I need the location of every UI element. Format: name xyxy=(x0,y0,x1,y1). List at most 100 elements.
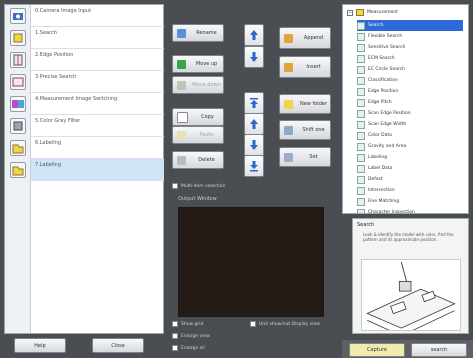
tree-item[interactable]: Edge Pitch xyxy=(357,97,463,108)
tree-item[interactable]: Label Data xyxy=(357,163,463,174)
flow-item[interactable]: 2.Edge Position xyxy=(31,49,164,71)
tree-item[interactable]: Labeling xyxy=(357,152,463,163)
paste-icon xyxy=(177,130,186,140)
set-button[interactable]: Set xyxy=(279,147,331,167)
tree-item[interactable]: Flexible Search xyxy=(357,31,463,42)
checkbox-box[interactable] xyxy=(250,321,256,327)
help-button[interactable]: Help xyxy=(14,338,66,353)
tree-item[interactable]: ECM Search xyxy=(357,53,463,64)
flow-item[interactable]: 4.Measurement Image Switching xyxy=(31,93,164,115)
filter-icon[interactable] xyxy=(10,118,26,134)
append-icon xyxy=(284,33,293,43)
flow-item-label: 3.Precise Search xyxy=(35,74,77,80)
tree-item[interactable]: Color Data xyxy=(357,130,463,141)
tree-item[interactable]: Edge Position xyxy=(357,86,463,97)
checkbox-box[interactable] xyxy=(172,345,178,351)
label-icon[interactable] xyxy=(10,162,26,178)
label-icon[interactable] xyxy=(10,140,26,156)
multi-select-checkbox[interactable]: Multi-item selection xyxy=(172,183,225,189)
tree-item[interactable]: Intersection xyxy=(357,185,463,196)
insert-above-button[interactable] xyxy=(244,24,264,46)
description-panel: Search Look & identify the model with co… xyxy=(352,218,469,337)
processing-item-icon xyxy=(357,120,365,129)
tree-item[interactable]: Character Inspection xyxy=(357,207,463,213)
description-title: Search xyxy=(357,222,375,228)
move-up-arrow-button[interactable] xyxy=(244,113,264,135)
move-down-icon xyxy=(177,80,186,90)
move-down-button[interactable]: Move down xyxy=(172,76,224,94)
checkbox-box[interactable] xyxy=(172,321,178,327)
move-up-button[interactable]: Move up xyxy=(172,55,224,73)
move-bottom-button[interactable] xyxy=(244,155,264,177)
checkbox-box[interactable] xyxy=(172,333,178,339)
arrow-bottom-icon xyxy=(250,161,258,172)
tree-item[interactable]: Search xyxy=(357,20,463,31)
tree-item-label: Scan Edge Position xyxy=(368,111,411,116)
flow-item-label: 4.Measurement Image Switching xyxy=(35,96,118,102)
tree-item-label: Scan Edge Width xyxy=(368,122,407,127)
arrow-down-icon xyxy=(250,140,258,150)
processing-item-icon xyxy=(357,164,365,173)
tree-item[interactable]: Scan Edge Width xyxy=(357,119,463,130)
enlarge-view-checkbox[interactable]: Enlarge view xyxy=(172,333,210,339)
checkbox-box[interactable] xyxy=(172,183,178,189)
new-folder-button[interactable]: New folder xyxy=(279,94,331,114)
close-button[interactable]: Close xyxy=(92,338,144,353)
show-grid-checkbox[interactable]: Show grid xyxy=(172,321,203,327)
paste-button[interactable]: Paste xyxy=(172,126,224,144)
flow-item[interactable]: 1.Search xyxy=(31,27,164,49)
tree-item-label: Labeling xyxy=(368,155,388,160)
processing-item-icon xyxy=(357,208,365,213)
flow-item[interactable]: 0.Camera Image Input xyxy=(31,5,164,27)
delete-button[interactable]: Delete xyxy=(172,151,224,169)
tree-item[interactable]: Classification xyxy=(357,75,463,86)
tree-item-label: Defect xyxy=(368,177,383,182)
folder-icon xyxy=(284,99,293,109)
arrow-up-insert-icon xyxy=(250,30,258,40)
tree-item-label: Color Data xyxy=(368,133,392,138)
search-button[interactable]: search xyxy=(411,343,467,357)
append-button[interactable]: Append xyxy=(279,27,331,49)
tree-item[interactable]: EC Circle Search xyxy=(357,64,463,75)
processing-item-icon xyxy=(357,153,365,162)
tree-item[interactable]: Gravity and Area xyxy=(357,141,463,152)
edge-icon[interactable] xyxy=(10,52,26,68)
enlarge-all-checkbox[interactable]: Enlarge all xyxy=(172,345,205,351)
output-window xyxy=(178,207,324,317)
expand-icon[interactable]: − xyxy=(347,9,353,16)
search-icon[interactable] xyxy=(10,30,26,46)
capture-button[interactable]: Capture xyxy=(349,343,405,357)
tree-item[interactable]: Fine Matching xyxy=(357,196,463,207)
folder-icon xyxy=(356,9,364,16)
flow-item[interactable]: 3.Precise Search xyxy=(31,71,164,93)
tree-item[interactable]: Defect xyxy=(357,174,463,185)
precise-search-icon[interactable] xyxy=(10,74,26,90)
unit-show-checkbox[interactable]: Unit show/not Display view xyxy=(250,321,320,327)
insert-below-button[interactable] xyxy=(244,46,264,68)
scene-flow-panel[interactable]: 0.Camera Image Input 1.Search 2.Edge Pos… xyxy=(4,4,164,334)
insert-button[interactable]: Insert xyxy=(279,56,331,78)
processing-item-icon xyxy=(357,98,365,107)
processing-item-icon xyxy=(357,142,365,151)
copy-button[interactable]: Copy xyxy=(172,108,224,126)
tree-root[interactable]: − Measurement xyxy=(347,9,398,16)
processing-item-icon xyxy=(357,197,365,206)
tree-item[interactable]: Scan Edge Position xyxy=(357,108,463,119)
move-top-button[interactable] xyxy=(244,92,264,114)
camera-icon[interactable] xyxy=(10,8,26,24)
shift-one-button[interactable]: Shift one xyxy=(279,120,331,140)
flow-item[interactable]: 5.Color Gray Filter xyxy=(31,115,164,137)
processing-item-icon xyxy=(357,109,365,118)
output-window-label: Output Window xyxy=(178,196,217,202)
processing-item-tree[interactable]: − Measurement Search Flexible Search Sensi… xyxy=(342,4,469,214)
flow-item-selected[interactable]: 7.Labeling xyxy=(31,159,164,181)
description-text: Look & identify the model with color, fi… xyxy=(363,232,454,242)
tree-item[interactable]: Sensitive Search xyxy=(357,42,463,53)
tree-item-label: Flexible Search xyxy=(368,34,403,39)
switch-icon[interactable] xyxy=(10,96,26,112)
rename-button[interactable]: Rename xyxy=(172,24,224,42)
shift-icon xyxy=(284,125,293,135)
flow-item[interactable]: 6.Labeling xyxy=(31,137,164,159)
move-down-arrow-button[interactable] xyxy=(244,134,264,156)
processing-item-icon xyxy=(357,65,365,74)
